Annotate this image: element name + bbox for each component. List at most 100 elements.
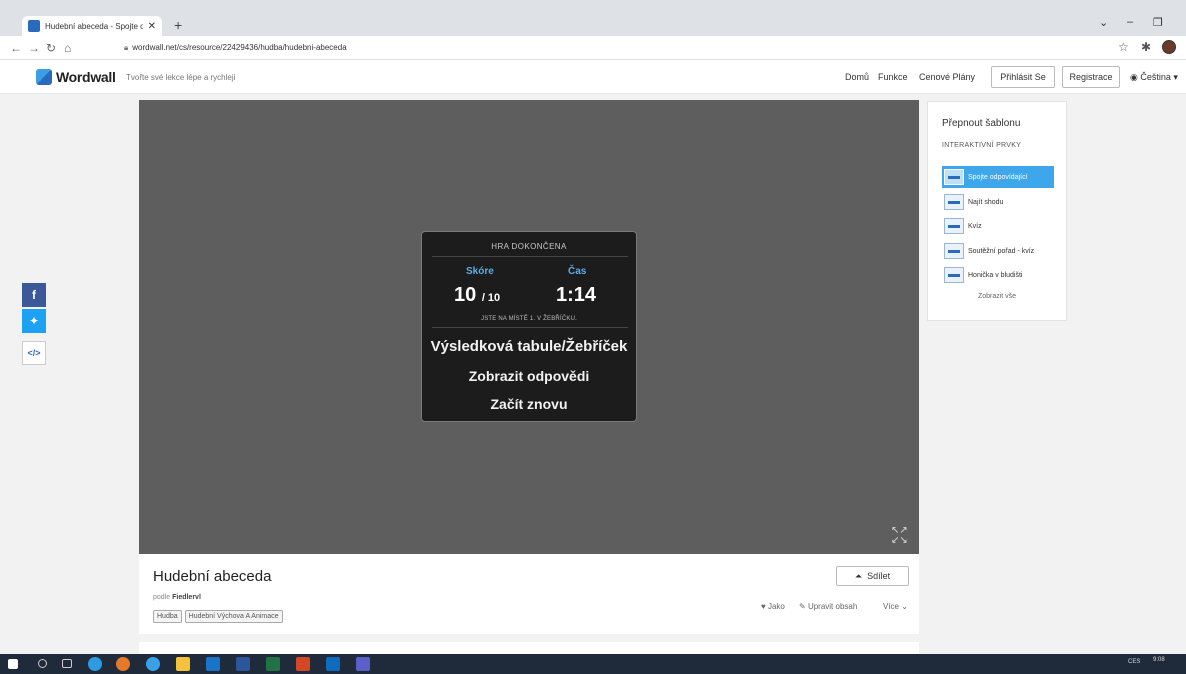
lock-icon: 🔒︎ bbox=[124, 43, 129, 52]
template-label: Kvíz bbox=[968, 222, 982, 230]
profile-avatar[interactable] bbox=[1162, 40, 1176, 54]
url-field[interactable]: 🔒︎ wordwall.net/cs/resource/22429436/hudb… bbox=[124, 43, 347, 53]
like-button[interactable]: ♥ Jako bbox=[761, 602, 785, 611]
powerpoint-icon[interactable] bbox=[296, 657, 310, 671]
score-label: Skóre bbox=[466, 266, 494, 277]
address-bar: ← → ↻ ⌂ 🔒︎ wordwall.net/cs/resource/22429… bbox=[0, 36, 1186, 60]
template-item-match-up[interactable]: Spojte odpovídající bbox=[942, 166, 1054, 188]
twitter-share-icon[interactable]: ✦ bbox=[22, 309, 46, 333]
url-text: wordwall.net/cs/resource/22429436/hudba/… bbox=[132, 43, 347, 52]
template-item-maze-chase[interactable]: Honička v bludišti bbox=[942, 264, 1054, 286]
more-menu-button[interactable]: Více ⌄ bbox=[883, 602, 908, 611]
template-label: Soutěžní pořad - kvíz bbox=[968, 247, 1035, 255]
search-icon[interactable] bbox=[38, 659, 47, 668]
facebook-share-icon[interactable]: f bbox=[22, 283, 46, 307]
reload-icon[interactable]: ↻ bbox=[46, 41, 56, 55]
author-line: podle Fiedlervl bbox=[153, 594, 201, 601]
tag-list: Hudba Hudební Výchova A Animace bbox=[153, 610, 283, 623]
author-link[interactable]: Fiedlervl bbox=[172, 594, 201, 601]
outlook-icon[interactable] bbox=[326, 657, 340, 671]
logo-text: Wordwall bbox=[56, 69, 116, 85]
language-selector[interactable]: ◉ Čeština ▾ bbox=[1130, 72, 1178, 83]
chevron-down-icon[interactable]: ⌄ bbox=[1099, 16, 1108, 29]
template-label: Spojte odpovídající bbox=[968, 173, 1028, 181]
template-icon bbox=[944, 194, 964, 210]
score-value: 10 / 10 bbox=[454, 284, 500, 307]
globe-icon: ◉ bbox=[1130, 72, 1141, 82]
register-button[interactable]: Registrace bbox=[1062, 66, 1120, 88]
resource-title: Hudební abeceda bbox=[153, 568, 272, 585]
maximize-icon[interactable]: ❐ bbox=[1153, 16, 1163, 29]
score-total: / 10 bbox=[481, 292, 501, 304]
time-label: Čas bbox=[568, 266, 587, 277]
windows-taskbar: CES 9:08 bbox=[0, 654, 1186, 674]
show-answers-button[interactable]: Zobrazit odpovědi bbox=[422, 368, 636, 384]
windows-start-icon[interactable] bbox=[8, 659, 18, 669]
excel-icon[interactable] bbox=[266, 657, 280, 671]
browser-tab[interactable]: Hudební abeceda - Spojte o ✕ bbox=[22, 16, 162, 36]
task-view-icon[interactable] bbox=[62, 659, 72, 668]
template-label: Najít shodu bbox=[968, 198, 1004, 206]
back-icon[interactable]: ← bbox=[10, 41, 22, 55]
browser-tab-strip: Hudební abeceda - Spojte o ✕ + ⌄ – ❐ bbox=[0, 0, 1186, 36]
game-canvas: HRA DOKONČENA Skóre Čas 10 / 10 1:14 JST… bbox=[139, 100, 919, 554]
heart-icon: ♥ bbox=[761, 602, 768, 611]
home-icon[interactable]: ⌂ bbox=[64, 41, 71, 55]
nav-features-link[interactable]: Funkce bbox=[878, 72, 908, 82]
restart-button[interactable]: Začít znovu bbox=[422, 396, 636, 412]
more-label: Více bbox=[883, 602, 900, 611]
tag-chip[interactable]: Hudba bbox=[153, 610, 182, 623]
keyboard-language[interactable]: CES bbox=[1128, 659, 1140, 665]
chrome-icon[interactable] bbox=[176, 657, 190, 671]
embed-code-icon[interactable]: </> bbox=[22, 341, 46, 365]
nav-pricing-link[interactable]: Cenové Plány bbox=[919, 72, 975, 82]
edit-content-button[interactable]: ✎ Upravit obsah bbox=[799, 602, 857, 611]
tab-title: Hudební abeceda - Spojte o bbox=[45, 21, 143, 31]
close-tab-icon[interactable]: ✕ bbox=[148, 21, 156, 32]
teams-icon[interactable] bbox=[356, 657, 370, 671]
edit-label: Upravit obsah bbox=[807, 602, 858, 611]
template-label: Honička v bludišti bbox=[968, 271, 1023, 279]
resource-info-card: Hudební abeceda podle Fiedlervl Hudba Hu… bbox=[139, 554, 919, 634]
taskbar-clock[interactable]: 9:08 bbox=[1153, 657, 1165, 664]
new-tab-icon[interactable]: + bbox=[174, 17, 182, 33]
divider bbox=[432, 327, 628, 328]
language-label: Čeština bbox=[1140, 72, 1171, 82]
next-section-card bbox=[139, 642, 919, 654]
extensions-icon[interactable]: ✱ bbox=[1141, 40, 1151, 54]
score-number: 10 bbox=[454, 284, 477, 306]
like-label: Jako bbox=[767, 602, 785, 611]
template-item-find-match[interactable]: Najít shodu bbox=[942, 191, 1054, 213]
wordwall-logo-icon bbox=[36, 69, 52, 85]
rank-text: JSTE NA MÍSTĚ 1. V ŽEBŘÍČKU. bbox=[481, 316, 577, 322]
template-icon bbox=[944, 218, 964, 234]
forward-icon[interactable]: → bbox=[28, 41, 40, 55]
tag-chip[interactable]: Hudební Výchova A Animace bbox=[184, 610, 283, 623]
firefox-icon[interactable] bbox=[116, 657, 130, 671]
edge-icon[interactable] bbox=[88, 657, 102, 671]
pencil-icon: ✎ bbox=[799, 602, 808, 611]
divider bbox=[432, 256, 628, 257]
internet-explorer-icon[interactable] bbox=[206, 657, 220, 671]
leaderboard-button[interactable]: Výsledková tabule/Žebříček bbox=[422, 338, 636, 355]
share-person-icon: ⏶ bbox=[854, 570, 863, 581]
fullscreen-icon[interactable]: ↖↗ ↙↘ bbox=[891, 526, 908, 546]
wordwall-favicon bbox=[28, 20, 40, 32]
nav-home-link[interactable]: Domů bbox=[845, 72, 869, 82]
login-button[interactable]: Přihlásit Se bbox=[991, 66, 1055, 88]
template-switcher: Přepnout šablonu INTERAKTIVNÍ PRVKY Spoj… bbox=[927, 101, 1067, 321]
template-icon bbox=[944, 267, 964, 283]
bookmark-star-icon[interactable]: ☆ bbox=[1118, 40, 1129, 54]
show-all-templates-link[interactable]: Zobrazit vše bbox=[928, 293, 1066, 300]
wordwall-logo[interactable]: Wordwall bbox=[36, 69, 116, 85]
template-switcher-title: Přepnout šablonu bbox=[942, 118, 1021, 129]
template-item-quiz[interactable]: Kvíz bbox=[942, 215, 1054, 237]
share-label: Sdílet bbox=[867, 571, 891, 581]
app-icon[interactable] bbox=[146, 657, 160, 671]
template-item-gameshow-quiz[interactable]: Soutěžní pořad - kvíz bbox=[942, 240, 1054, 262]
template-icon bbox=[944, 169, 964, 185]
word-icon[interactable] bbox=[236, 657, 250, 671]
share-button[interactable]: ⏶ Sdílet bbox=[836, 566, 909, 586]
minimize-icon[interactable]: – bbox=[1127, 16, 1133, 28]
time-value: 1:14 bbox=[556, 284, 597, 306]
